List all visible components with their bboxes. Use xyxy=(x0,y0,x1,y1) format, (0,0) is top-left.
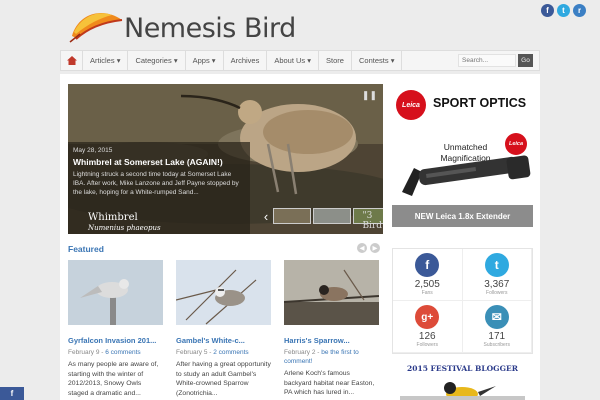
chevron-down-icon: ▾ xyxy=(116,56,121,65)
chevron-left-icon[interactable]: ◀ xyxy=(357,243,367,253)
featured-slider[interactable]: ❚❚ May 28, 2015 Whimbrel at Somerset Lak… xyxy=(68,84,383,234)
festival-bird-icon xyxy=(400,382,525,400)
pause-icon[interactable]: ❚❚ xyxy=(362,90,377,101)
card-comments-link[interactable]: 6 comments xyxy=(105,349,140,356)
chevron-down-icon: ▾ xyxy=(173,56,178,65)
counter-twitter[interactable]: t 3,367 Followers xyxy=(462,249,532,301)
facebook-icon[interactable]: f xyxy=(541,4,554,17)
card-excerpt: Arlene Koch's famous backyard habitat ne… xyxy=(284,370,375,397)
featured-heading: Featured xyxy=(68,244,104,254)
card-meta: February 2 - be the first to comment! xyxy=(284,349,359,366)
facebook-icon: f xyxy=(415,253,440,277)
header-social-links: f t r xyxy=(541,4,586,17)
site-logo[interactable]: Nemesis Bird xyxy=(68,6,298,46)
card-meta: February 5 - 2 comments xyxy=(176,349,249,356)
chevron-left-icon[interactable]: ‹ xyxy=(261,209,271,224)
nav-item-apps[interactable]: Apps ▾ xyxy=(186,51,224,70)
slide-title[interactable]: Whimbrel at Somerset Lake (AGAIN!) xyxy=(73,157,245,167)
counter-label: Followers xyxy=(416,342,438,348)
slide-common-name: Whimbrel xyxy=(88,212,138,223)
slider-thumbnail[interactable] xyxy=(313,208,351,224)
counter-count: 3,367 xyxy=(484,279,510,290)
ad-headline: SPORT OPTICS xyxy=(433,96,527,110)
floating-facebook-share[interactable]: f xyxy=(0,387,24,400)
counter-count: 171 xyxy=(488,331,506,342)
site-title[interactable]: Nemesis Bird xyxy=(124,13,296,44)
slide-date: May 28, 2015 xyxy=(73,147,113,154)
nav-item-categories[interactable]: Categories ▾ xyxy=(128,51,186,70)
nav-home[interactable] xyxy=(61,51,83,70)
gyrfalcon-photo[interactable] xyxy=(68,260,163,325)
nav-item-store[interactable]: Store xyxy=(319,51,352,70)
email-icon: ✉ xyxy=(484,305,509,329)
nav-item-articles[interactable]: Articles ▾ xyxy=(83,51,129,70)
ad-footer: NEW Leica 1.8x Extender xyxy=(392,205,533,227)
chevron-down-icon: ▾ xyxy=(390,56,395,65)
featured-card[interactable]: Gyrfalcon Invasion 201... February 9 - 6… xyxy=(68,260,163,398)
featured-card[interactable]: Harris's Sparrow... February 2 - be the … xyxy=(283,260,380,398)
counter-email[interactable]: ✉ 171 Subscribers xyxy=(462,301,532,353)
counter-facebook[interactable]: f 2,505 Fans xyxy=(393,249,463,301)
card-comments-link[interactable]: 2 comments xyxy=(213,349,248,356)
search-button[interactable]: Go xyxy=(518,54,533,67)
card-meta: February 9 - 6 comments xyxy=(68,349,141,356)
nav-item-archives[interactable]: Archives xyxy=(224,51,268,70)
search-input[interactable] xyxy=(458,54,516,67)
nav-item-contests[interactable]: Contests ▾ xyxy=(352,51,403,70)
featured-cards: Gyrfalcon Invasion 201... February 9 - 6… xyxy=(68,260,380,398)
counter-count: 126 xyxy=(418,331,436,342)
card-excerpt: After having a great opportunity to stud… xyxy=(176,361,271,397)
leica-ad[interactable]: Leica SPORT OPTICS Leica Unmatched Magni… xyxy=(392,84,533,227)
slide-scientific-name: Numenius phaeopus xyxy=(88,224,161,232)
festival-blogger-badge[interactable]: 2015 FESTIVAL BLOGGER xyxy=(392,364,533,373)
home-icon xyxy=(66,56,77,65)
twitter-icon: t xyxy=(484,253,509,277)
card-title[interactable]: Gyrfalcon Invasion 201... xyxy=(68,336,163,345)
nav-item-about-us[interactable]: About Us ▾ xyxy=(267,51,320,70)
counter-google-plus[interactable]: g+ 126 Followers xyxy=(393,301,463,353)
slider-thumbnail[interactable] xyxy=(273,208,311,224)
google-plus-icon: g+ xyxy=(415,305,440,329)
slide-excerpt: Lightning struck a second time today at … xyxy=(73,171,239,197)
nav-search: Go xyxy=(458,54,533,67)
main-nav: Articles ▾ Categories ▾ Apps ▾ Archives … xyxy=(60,50,540,71)
slide-side-tag: "3 Bird xyxy=(362,211,382,231)
counter-label: Subscribers xyxy=(483,342,510,348)
twitter-icon[interactable]: t xyxy=(557,4,570,17)
harris-sparrow-photo[interactable] xyxy=(283,260,380,325)
card-title[interactable]: Harris's Sparrow... xyxy=(284,336,379,345)
chevron-right-icon[interactable]: ▶ xyxy=(370,243,380,253)
chevron-down-icon: ▾ xyxy=(211,56,216,65)
featured-card[interactable]: Gambel's White-c... February 5 - 2 comme… xyxy=(175,260,271,398)
spotting-scope-icon xyxy=(402,155,531,196)
sparrow-photo[interactable] xyxy=(175,260,271,325)
rss-icon[interactable]: r xyxy=(573,4,586,17)
counter-label: Fans xyxy=(421,290,433,296)
featured-arrows: ◀ ▶ xyxy=(357,243,380,253)
leica-logo-icon: Leica xyxy=(396,90,426,120)
feather-logo-icon xyxy=(69,13,123,43)
counter-label: Followers xyxy=(486,290,508,296)
card-excerpt: As many people are aware of, starting wi… xyxy=(68,361,159,397)
chevron-down-icon: ▾ xyxy=(307,56,312,65)
card-title[interactable]: Gambel's White-c... xyxy=(176,336,271,345)
social-counters: f 2,505 Fans t 3,367 Followers g+ 126 Fo… xyxy=(392,248,533,354)
counter-count: 2,505 xyxy=(414,279,440,290)
